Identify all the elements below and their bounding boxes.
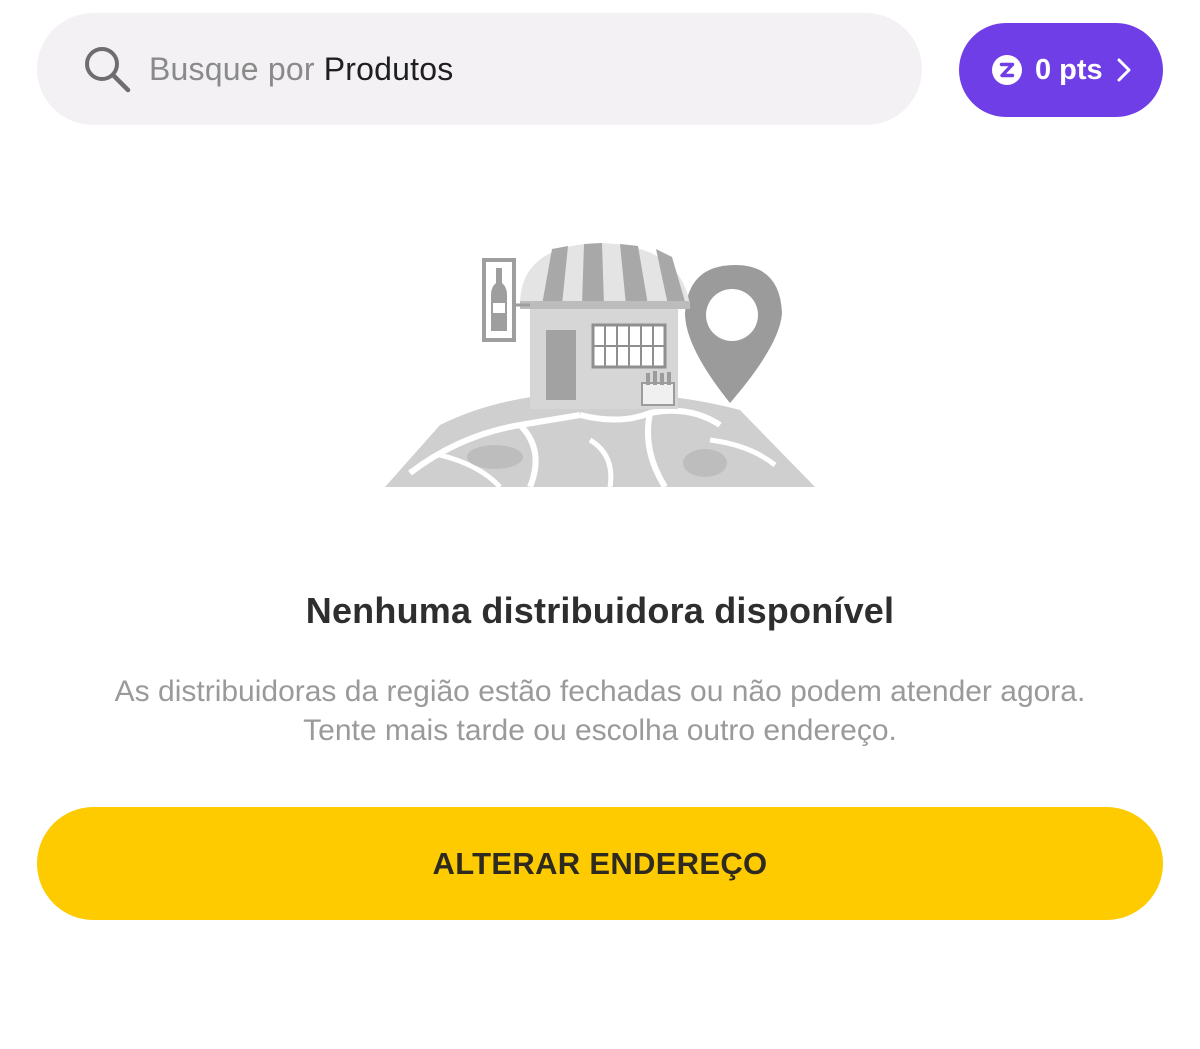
screen: Busque por Produtos 0 pts Nenhuma distri… [0,0,1200,1049]
empty-state-description: As distribuidoras da região estão fechad… [40,672,1160,750]
closed-store-map-illustration [380,235,820,490]
points-button[interactable]: 0 pts [959,23,1163,117]
empty-state-description-line2: Tente mais tarde ou escolha outro endere… [303,714,897,747]
coin-icon [991,54,1023,86]
points-label: 0 pts [1035,53,1103,86]
empty-state-description-line1: As distribuidoras da região estão fechad… [114,675,1086,708]
change-address-label: ALTERAR ENDEREÇO [432,845,768,881]
chevron-right-icon [1113,57,1135,83]
search-prefix: Busque por [149,50,324,87]
change-address-button[interactable]: ALTERAR ENDEREÇO [37,807,1163,920]
search-highlight: Produtos [323,50,454,87]
empty-state-title: Nenhuma distribuidora disponível [305,590,895,631]
search-bar[interactable]: Busque por Produtos [37,13,922,125]
search-icon [81,43,133,95]
search-placeholder: Busque por Produtos [149,51,453,88]
